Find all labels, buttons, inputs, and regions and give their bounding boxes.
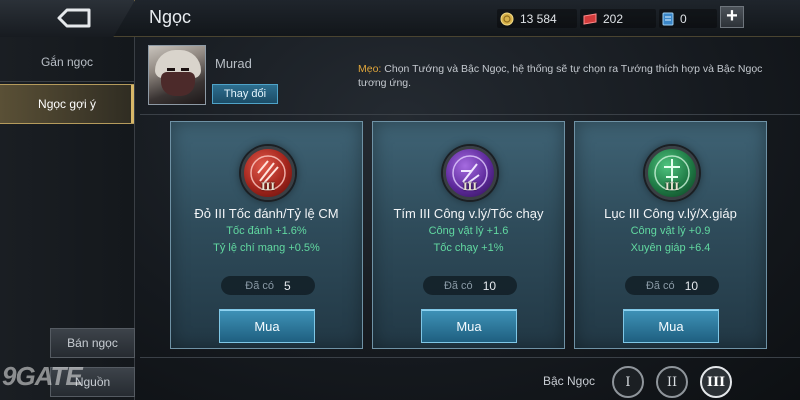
hero-name: Murad xyxy=(215,56,252,71)
sidebar-item-suggested-gems[interactable]: Ngọc gợi ý xyxy=(0,84,134,124)
gem-card: III Tím III Công v.lý/Tốc chạy Công vật … xyxy=(372,121,565,349)
owned-value: 5 xyxy=(284,278,291,293)
ticket-counter: 0 xyxy=(662,9,687,28)
red-gem-icon: III xyxy=(241,146,295,200)
gem-stat: Công vật lý +1.6 xyxy=(428,225,509,237)
ticket-amount: 0 xyxy=(680,11,687,26)
add-currency-button[interactable]: + xyxy=(720,6,744,28)
gem-stat: Tốc đánh +1.6% xyxy=(226,225,307,237)
back-arrow-icon xyxy=(57,8,91,28)
tip-label: Mẹo: xyxy=(358,63,382,75)
divider xyxy=(140,357,800,358)
gem-amount: 202 xyxy=(603,11,624,26)
divider xyxy=(140,114,800,115)
change-hero-button[interactable]: Thay đổi xyxy=(212,84,278,104)
page-title: Ngọc xyxy=(149,7,192,27)
gem-tier-label: III xyxy=(260,182,276,193)
sidebar: Gắn ngọc Ngọc gợi ý Bán ngọc Nguồn xyxy=(0,37,135,400)
owned-label: Đã có xyxy=(645,279,675,292)
tier-button-1[interactable]: I xyxy=(612,366,644,398)
gold-amount: 13 584 xyxy=(520,11,557,26)
owned-value: 10 xyxy=(684,278,699,293)
owned-label: Đã có xyxy=(443,279,473,292)
sell-gems-button[interactable]: Bán ngọc xyxy=(50,328,135,358)
purple-gem-icon: III xyxy=(443,146,497,200)
back-button[interactable] xyxy=(0,0,135,37)
gem-tier-label: III xyxy=(462,182,478,193)
sidebar-item-equip-gems[interactable]: Gắn ngọc xyxy=(0,42,134,82)
gem-card: III Đỏ III Tốc đánh/Tỷ lệ CM Tốc đánh +1… xyxy=(170,121,363,349)
owned-count: Đã có 10 xyxy=(423,276,517,295)
gold-counter: 13 584 xyxy=(500,9,557,28)
gem-title: Tím III Công v.lý/Tốc chạy xyxy=(393,206,544,221)
gem-stat: Xuyên giáp +6.4 xyxy=(630,242,711,254)
tip-text: Mẹo: Chọn Tướng và Bậc Ngọc, hệ thống sẽ… xyxy=(358,62,778,90)
owned-label: Đã có xyxy=(245,279,275,292)
tier-button-2[interactable]: II xyxy=(656,366,688,398)
gem-card: III Lục III Công v.lý/X.giáp Công vật lý… xyxy=(574,121,767,349)
owned-count: Đã có 10 xyxy=(625,276,719,295)
gem-stat: Tỷ lệ chí mạng +0.5% xyxy=(213,242,320,254)
owned-value: 10 xyxy=(482,278,497,293)
gem-title: Lục III Công v.lý/X.giáp xyxy=(604,206,737,221)
gold-coin-icon xyxy=(500,12,514,25)
top-bar: Ngọc 13 584 202 0 + xyxy=(0,0,800,37)
buy-button[interactable]: Mua xyxy=(623,309,719,343)
tier-selector-label: Bậc Ngọc xyxy=(543,374,596,388)
gem-title: Đỏ III Tốc đánh/Tỷ lệ CM xyxy=(194,206,339,221)
gem-counter: 202 xyxy=(583,9,623,28)
hero-portrait[interactable] xyxy=(148,45,206,105)
gem-tier-label: III xyxy=(664,182,680,193)
tier-button-3[interactable]: III xyxy=(700,366,732,398)
owned-count: Đã có 5 xyxy=(221,276,315,295)
sidebar-item-label: Ngọc gợi ý xyxy=(38,97,96,111)
buy-button[interactable]: Mua xyxy=(219,309,315,343)
tip-body: Chọn Tướng và Bậc Ngọc, hệ thống sẽ tự c… xyxy=(358,63,763,89)
sidebar-item-label: Gắn ngọc xyxy=(40,54,94,69)
buy-button[interactable]: Mua xyxy=(421,309,517,343)
gem-stat: Công vật lý +0.9 xyxy=(630,225,711,237)
green-gem-icon: III xyxy=(645,146,699,200)
watermark-logo: 9GATE xyxy=(2,361,83,391)
gem-stat: Tốc chạy +1% xyxy=(433,242,504,254)
ruby-voucher-icon xyxy=(583,12,597,25)
ticket-icon xyxy=(662,12,674,25)
